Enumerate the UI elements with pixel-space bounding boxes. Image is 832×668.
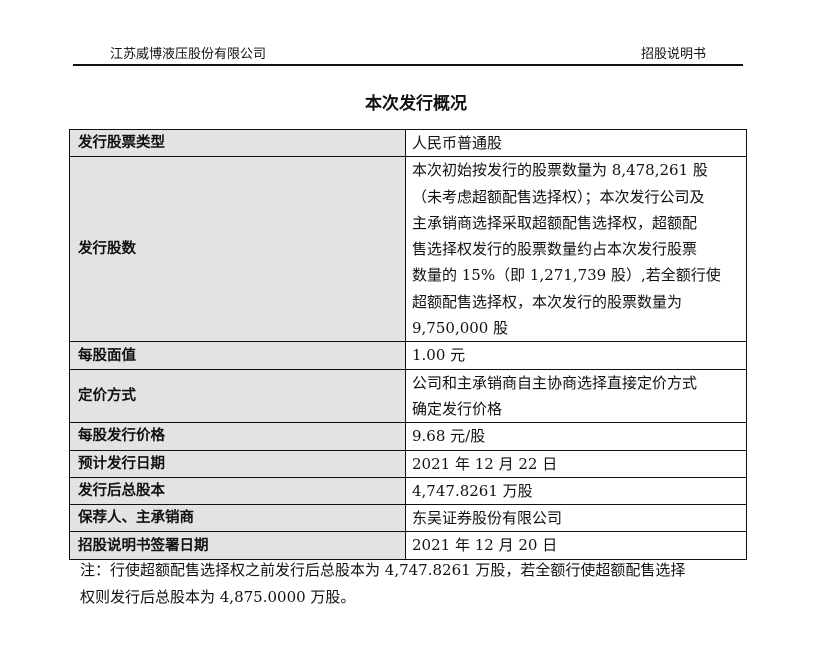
row-value: 人民币普通股 xyxy=(405,128,747,158)
value-line: 9,750,000 股 xyxy=(412,319,509,338)
row-label: 招股说明书签署日期 xyxy=(69,531,406,560)
row-label: 保荐人、主承销商 xyxy=(69,504,406,533)
table-row: 每股面值 1.00 元 xyxy=(69,341,747,370)
row-value: 东吴证券股份有限公司 xyxy=(405,504,747,533)
row-value: 公司和主承销商自主协商选择直接定价方式 确定发行价格 xyxy=(405,368,747,424)
table-row: 定价方式 公司和主承销商自主协商选择直接定价方式 确定发行价格 xyxy=(69,368,747,424)
row-label: 定价方式 xyxy=(69,368,406,424)
table-row: 每股发行价格 9.68 元/股 xyxy=(69,422,747,451)
table-row: 保荐人、主承销商 东吴证券股份有限公司 xyxy=(69,504,747,533)
row-value: 9.68 元/股 xyxy=(405,422,747,451)
row-label: 每股面值 xyxy=(69,341,406,370)
row-value: 2021 年 12 月 22 日 xyxy=(405,449,747,478)
value-line: 售选择权发行的股票数量约占本次发行股票 xyxy=(412,240,698,259)
row-value: 4,747.8261 万股 xyxy=(405,476,747,506)
footnote: 注：行使超额配售选择权之前发行后总股本为 4,747.8261 万股，若全额行使… xyxy=(80,557,746,611)
offering-summary-table: 发行股票类型 人民币普通股 发行股数 本次初始按发行的股票数量为 8,478,2… xyxy=(69,128,747,560)
page-title: 本次发行概况 xyxy=(365,94,467,114)
table-row: 发行后总股本 4,747.8261 万股 xyxy=(69,476,747,506)
row-label: 发行股数 xyxy=(69,156,406,343)
row-value: 本次初始按发行的股票数量为 8,478,261 股 （未考虑超额配售选择权）；本… xyxy=(405,156,747,343)
row-value: 2021 年 12 月 20 日 xyxy=(405,531,747,560)
table-row: 发行股数 本次初始按发行的股票数量为 8,478,261 股 （未考虑超额配售选… xyxy=(69,156,747,343)
row-label: 发行后总股本 xyxy=(69,476,406,506)
footnote-line: 注：行使超额配售选择权之前发行后总股本为 4,747.8261 万股，若全额行使… xyxy=(80,561,686,579)
value-line: 数量的 15%（即 1,271,739 股）,若全额行使 xyxy=(412,266,721,285)
value-line: 主承销商选择采取超额配售选择权，超额配 xyxy=(412,213,698,232)
footnote-line: 权则发行后总股本为 4,875.0000 万股。 xyxy=(80,588,356,606)
row-value: 1.00 元 xyxy=(405,341,747,370)
row-label: 预计发行日期 xyxy=(69,449,406,478)
value-line: （未考虑超额配售选择权）；本次发行公司及 xyxy=(412,187,705,206)
value-line: 确定发行价格 xyxy=(412,399,503,418)
value-line: 超额配售选择权，本次发行的股票数量为 xyxy=(412,292,683,311)
row-label: 发行股票类型 xyxy=(69,128,406,158)
value-line: 公司和主承销商自主协商选择直接定价方式 xyxy=(412,373,698,392)
value-line: 本次初始按发行的股票数量为 8,478,261 股 xyxy=(412,161,708,180)
company-name: 江苏威博液压股份有限公司 xyxy=(110,47,267,62)
table-row: 招股说明书签署日期 2021 年 12 月 20 日 xyxy=(69,531,747,560)
table-row: 发行股票类型 人民币普通股 xyxy=(69,128,747,158)
page-header: 江苏威博液压股份有限公司 招股说明书 xyxy=(73,36,743,66)
document-type: 招股说明书 xyxy=(640,47,706,62)
table-row: 预计发行日期 2021 年 12 月 22 日 xyxy=(69,449,747,478)
row-label: 每股发行价格 xyxy=(69,422,406,451)
